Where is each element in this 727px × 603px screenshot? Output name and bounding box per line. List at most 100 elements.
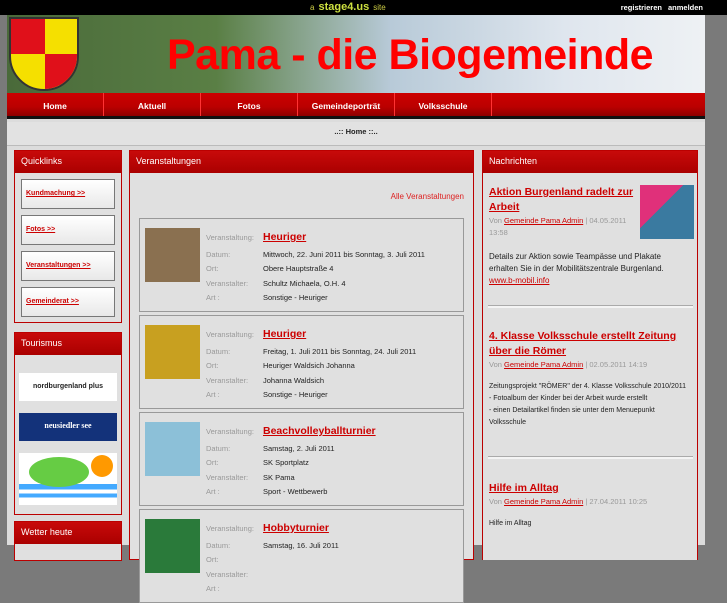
event-place: Obere Hauptstraße 4 xyxy=(263,264,334,274)
news-title[interactable]: Hilfe im Alltag xyxy=(489,481,692,496)
news-text: - einen Detailartikel finden sie unter d… xyxy=(489,407,655,426)
event-label-organizer: Veranstalter: xyxy=(206,375,249,385)
neusiedler-see-logo[interactable]: neusiedler see xyxy=(19,413,117,441)
nav-aktuell[interactable]: Aktuell xyxy=(104,93,201,116)
event-label-place: Ort: xyxy=(206,264,219,274)
brand-name: stage4.us xyxy=(318,1,370,13)
main-nav: Home Aktuell Fotos Gemeindeporträt Volks… xyxy=(7,93,705,119)
event-label-date: Datum: xyxy=(206,346,231,356)
news-image xyxy=(640,185,694,239)
event-image xyxy=(145,228,200,282)
event-date: Mittwoch, 22. Juni 2011 bis Sonntag, 3. … xyxy=(263,249,425,259)
quicklink-kundmachung[interactable]: Kundmachung >> xyxy=(21,179,115,209)
news-title[interactable]: Aktion Burgenland radelt zur Arbeit xyxy=(489,185,637,215)
all-events-link[interactable]: Alle Veranstaltungen xyxy=(391,192,464,201)
event-date: Samstag, 2. Juli 2011 xyxy=(263,443,335,453)
event-label-date: Datum: xyxy=(206,540,231,550)
event-label-event: Veranstaltung: xyxy=(206,232,254,242)
news-date: 02.05.2011 14:19 xyxy=(589,360,648,369)
coat-of-arms-logo xyxy=(9,17,79,91)
panel-title: Veranstaltungen xyxy=(130,151,473,173)
event-type: Sonstige - Heuriger xyxy=(263,293,328,303)
event-label-place: Ort: xyxy=(206,555,219,565)
author-link[interactable]: Gemeinde Pama Admin xyxy=(504,360,583,369)
nav-fotos[interactable]: Fotos xyxy=(201,93,298,116)
news-text: Details zur Aktion sowie Teampässe und P… xyxy=(489,252,664,273)
nav-volksschule[interactable]: Volksschule xyxy=(395,93,492,116)
header-banner: Pama - die Biogemeinde xyxy=(7,15,705,93)
event-label-place: Ort: xyxy=(206,361,219,371)
event-label-type: Art : xyxy=(206,487,220,497)
event-name[interactable]: Hobbyturnier xyxy=(263,518,339,538)
event-organizer xyxy=(263,567,339,582)
event-place xyxy=(263,553,339,568)
top-bar: a stage4.us site registrieren anmelden xyxy=(0,0,727,15)
event-image xyxy=(145,325,200,379)
event-item: Veranstaltung: Heuriger Datum: Freitag, 1. … xyxy=(139,315,464,409)
author-link[interactable]: Gemeinde Pama Admin xyxy=(504,216,583,225)
event-label-type: Art : xyxy=(206,390,220,400)
login-link[interactable]: anmelden xyxy=(668,3,703,12)
tourismus-panel: Tourismus nordburgenland plus neusiedler… xyxy=(14,332,122,515)
news-item: Aktion Burgenland radelt zur Arbeit Von … xyxy=(489,185,694,287)
panel-title: Wetter heute xyxy=(15,522,121,544)
wetter-panel: Wetter heute xyxy=(14,521,122,561)
news-text: Hilfe im Alltag xyxy=(489,520,532,527)
panel-title: Tourismus xyxy=(15,333,121,355)
event-label-date: Datum: xyxy=(206,443,231,453)
nav-home[interactable]: Home xyxy=(7,93,104,116)
event-label-date: Datum: xyxy=(206,249,231,259)
news-title[interactable]: 4. Klasse Volksschule erstellt Zeitung ü… xyxy=(489,329,692,359)
event-date: Samstag, 16. Juli 2011 xyxy=(263,540,339,550)
nordburgenland-logo[interactable]: nordburgenland plus xyxy=(19,373,117,401)
page: Pama - die Biogemeinde Home Aktuell Foto… xyxy=(7,15,705,603)
news-date: 27.04.2011 10:25 xyxy=(589,497,648,506)
news-item: 4. Klasse Volksschule erstellt Zeitung ü… xyxy=(489,329,692,429)
quicklink-veranstaltungen[interactable]: Veranstaltungen >> xyxy=(21,251,115,281)
event-date: Freitag, 1. Juli 2011 bis Sonntag, 24. J… xyxy=(263,346,417,356)
event-organizer: SK Pama xyxy=(263,472,295,482)
news-text: - Fotoalbum der Kinder bei der Arbeit wu… xyxy=(489,395,648,402)
event-label-event: Veranstaltung: xyxy=(206,523,254,533)
event-name[interactable]: Heuriger xyxy=(263,324,416,344)
event-label-event: Veranstaltung: xyxy=(206,426,254,436)
author-link[interactable]: Gemeinde Pama Admin xyxy=(504,497,583,506)
news-text: Zeitungsprojekt "RÖMER" der 4. Klasse Vo… xyxy=(489,383,687,390)
quicklink-fotos[interactable]: Fotos >> xyxy=(21,215,115,245)
brand-prefix: a xyxy=(310,3,315,12)
event-image xyxy=(145,422,200,476)
nachrichten-panel: Nachrichten Aktion Burgenland radelt zur… xyxy=(482,150,698,560)
event-organizer: Schultz Michaela, O.H. 4 xyxy=(263,278,346,288)
stage4-brand[interactable]: a stage4.us site xyxy=(310,1,386,13)
event-name[interactable]: Heuriger xyxy=(263,227,425,247)
panel-title: Quicklinks xyxy=(15,151,121,173)
event-name[interactable]: Beachvolleyballturnier xyxy=(263,421,376,441)
news-link[interactable]: www.b-mobil.info xyxy=(489,276,549,285)
veranstaltungen-panel: Veranstaltungen Alle Veranstaltungen Ver… xyxy=(129,150,474,603)
quicklink-gemeinderat[interactable]: Gemeinderat >> xyxy=(21,287,115,317)
news-item: Hilfe im Alltag Von Gemeinde Pama Admin … xyxy=(489,481,692,530)
panel-title: Nachrichten xyxy=(483,151,697,173)
event-label-organizer: Veranstalter: xyxy=(206,569,249,579)
event-type xyxy=(263,582,339,597)
event-label-event: Veranstaltung: xyxy=(206,329,254,339)
divider xyxy=(488,456,693,459)
event-label-type: Art : xyxy=(206,293,220,303)
event-item: Veranstaltung: Beachvolleyballturnier Datu… xyxy=(139,412,464,506)
divider xyxy=(488,305,693,308)
by-label: Von xyxy=(489,497,502,506)
by-label: Von xyxy=(489,360,502,369)
quicklinks-panel: Quicklinks Kundmachung >> Fotos >> Veran… xyxy=(14,150,122,323)
event-image xyxy=(145,519,200,573)
event-item: Veranstaltung: Hobbyturnier Datum: Samstag,… xyxy=(139,509,464,603)
event-label-organizer: Veranstalter: xyxy=(206,278,249,288)
nav-gemeindeportraet[interactable]: Gemeindeporträt xyxy=(298,93,395,116)
site-title: Pama - die Biogemeinde xyxy=(167,31,654,79)
event-type: Sport - Wettbewerb xyxy=(263,487,328,497)
register-link[interactable]: registrieren xyxy=(621,3,662,12)
event-organizer: Johanna Waldsich xyxy=(263,375,325,385)
event-label-type: Art : xyxy=(206,584,220,594)
breadcrumb: ..:: Home ::.. xyxy=(7,122,705,146)
trees-logo[interactable] xyxy=(19,453,117,505)
event-place: SK Sportplatz xyxy=(263,458,309,468)
